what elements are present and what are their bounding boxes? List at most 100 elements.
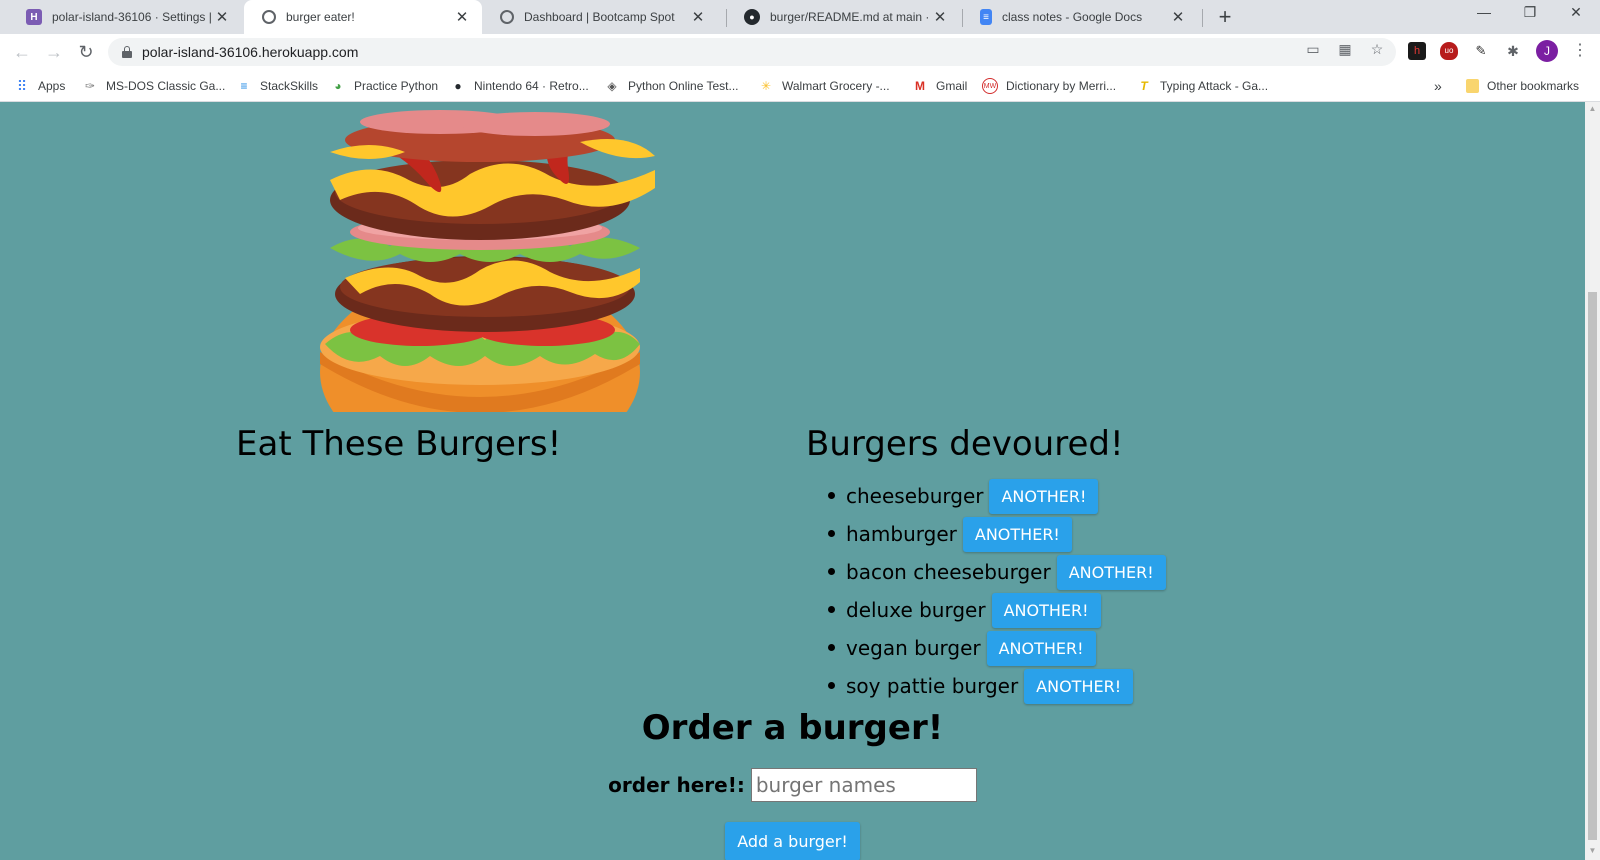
tab-close-icon[interactable]: ✕ [1170,8,1186,26]
restore-button[interactable]: ❐ [1510,4,1550,26]
bookmark-apps[interactable]: ⠿ Apps [14,76,66,96]
another-button[interactable]: ANOTHER! [986,630,1096,666]
browser-menu-icon[interactable]: ⋮ [1572,40,1588,62]
reload-button[interactable]: ↻ [74,40,98,64]
another-button[interactable]: ANOTHER! [962,516,1072,552]
tab-close-icon[interactable]: ✕ [932,8,948,26]
add-burger-button[interactable]: Add a burger! [725,822,860,860]
another-button[interactable]: ANOTHER! [989,478,1099,514]
folder-icon [1466,79,1479,93]
burger-name: deluxe burger [846,598,986,622]
list-bullet [828,568,835,575]
bookmark-label: Gmail [936,79,968,93]
tab-bootcamp-dashboard[interactable]: Dashboard | Bootcamp Spot ✕ [482,0,718,34]
walmart-icon: ✳ [760,79,772,93]
back-button[interactable]: ← [10,40,34,64]
bookmark-label: Apps [38,79,66,93]
order-a-burger-heading: Order a burger! [641,708,944,748]
devoured-burger-item: vegan burger ANOTHER! [826,629,1166,667]
python-icon: ◕ [334,79,342,93]
bookmark-python-online-test[interactable]: ◈ Python Online Test... [604,76,738,96]
burger-name-input[interactable] [750,768,977,802]
burger-name: bacon cheeseburger [846,560,1051,584]
cast-icon[interactable]: ▭ [1304,40,1322,58]
devoured-burger-list: cheeseburger ANOTHER! hamburger ANOTHER!… [826,477,1166,705]
bookmark-nintendo64[interactable]: ● Nintendo 64 · Retro... [450,76,589,96]
bookmark-walmart[interactable]: ✳ Walmart Grocery -... [758,76,890,96]
minimize-button[interactable]: — [1464,4,1504,26]
bookmark-star-icon[interactable]: ☆ [1368,40,1386,58]
bookmark-label: Practice Python [354,79,439,93]
bookmark-label: Walmart Grocery -... [782,79,890,93]
tab-title: burger eater! [286,10,355,24]
close-window-button[interactable]: ✕ [1556,4,1596,26]
devoured-burger-item: hamburger ANOTHER! [826,515,1166,553]
bookmark-other-bookmarks[interactable]: Other bookmarks [1466,76,1579,96]
url-text[interactable]: polar-island-36106.herokuapp.com [142,44,358,60]
bookmark-gmail[interactable]: M Gmail [912,76,967,96]
bookmark-label: MS-DOS Classic Ga... [106,79,226,93]
merriam-webster-icon: MW [982,78,998,94]
python-test-icon: ◈ [607,79,617,93]
another-button[interactable]: ANOTHER! [991,592,1101,628]
burger-illustration [320,110,655,412]
bookmark-msdos[interactable]: ✑ MS-DOS Classic Ga... [82,76,225,96]
scroll-down-arrow-icon[interactable]: ▼ [1588,846,1597,855]
msdos-icon: ✑ [84,79,96,93]
typing-attack-icon: T [1140,79,1148,93]
lock-icon[interactable] [122,46,132,58]
bookmark-practice-python[interactable]: ◕ Practice Python [330,76,438,96]
bookmark-typing-attack[interactable]: T Typing Attack - Ga... [1136,76,1268,96]
github-icon: ● [744,9,760,25]
order-label: order here!: [608,773,745,797]
ublock-origin-icon[interactable]: uo [1440,42,1458,60]
new-tab-button[interactable]: + [1213,6,1237,30]
tab-title: polar-island-36106 · Settings | He [52,10,214,24]
order-form-row: order here!: [0,768,1585,802]
tab-title: class notes - Google Docs [1002,10,1143,24]
burger-name: cheeseburger [846,484,984,508]
tab-class-notes[interactable]: ≡ class notes - Google Docs ✕ [962,0,1198,34]
extension-h-icon[interactable]: h [1408,42,1426,60]
globe-icon [500,10,514,24]
scroll-up-arrow-icon[interactable]: ▲ [1588,104,1597,113]
extension-pen-icon[interactable]: ✎ [1472,42,1490,60]
heroku-icon: H [26,9,42,25]
burger-name: vegan burger [846,636,981,660]
bookmark-label: Nintendo 64 · Retro... [474,79,589,93]
address-bar[interactable]: polar-island-36106.herokuapp.com [108,38,1396,66]
gmail-icon: M [915,79,925,93]
another-button[interactable]: ANOTHER! [1056,554,1166,590]
apps-grid-icon: ⠿ [16,78,28,94]
another-button[interactable]: ANOTHER! [1024,668,1134,704]
scroll-thumb[interactable] [1588,292,1597,840]
burger-name: hamburger [846,522,957,546]
page-scrollbar[interactable]: ▲ ▼ [1585,102,1600,860]
bookmark-stackskills[interactable]: ≡ StackSkills [236,76,318,96]
qr-code-icon[interactable]: ▦ [1336,40,1354,58]
tab-close-icon[interactable]: ✕ [214,8,230,26]
profile-avatar[interactable]: J [1536,40,1558,62]
bookmark-label: Other bookmarks [1487,79,1580,93]
list-bullet [828,492,835,499]
list-bullet [828,682,835,689]
devoured-burger-item: bacon cheeseburger ANOTHER! [826,553,1166,591]
docs-icon: ≡ [980,9,992,25]
tab-heroku-settings[interactable]: H polar-island-36106 · Settings | He ✕ [8,0,242,34]
tab-close-icon[interactable]: ✕ [454,8,470,26]
bookmarks-overflow-icon[interactable]: » [1434,76,1442,96]
bookmark-merriam-webster[interactable]: MW Dictionary by Merri... [982,76,1116,96]
extensions-puzzle-icon[interactable]: ✱ [1504,42,1522,60]
add-burger-row: Add a burger! [0,822,1585,860]
tab-github-readme[interactable]: ● burger/README.md at main · tus ✕ [726,0,960,34]
page-viewport: Eat These Burgers! Burgers devoured! che… [0,102,1585,860]
bookmarks-bar: ⠿ Apps ✑ MS-DOS Classic Ga... ≡ StackSki… [0,70,1600,102]
tab-burger-eater[interactable]: burger eater! ✕ [244,0,482,34]
tab-title: Dashboard | Bootcamp Spot [524,10,675,24]
bookmark-label: Typing Attack - Ga... [1160,79,1269,93]
forward-button[interactable]: → [42,40,66,64]
tab-close-icon[interactable]: ✕ [690,8,706,26]
list-bullet [828,530,835,537]
stackskills-icon: ≡ [240,79,248,93]
tab-separator [1202,9,1203,27]
